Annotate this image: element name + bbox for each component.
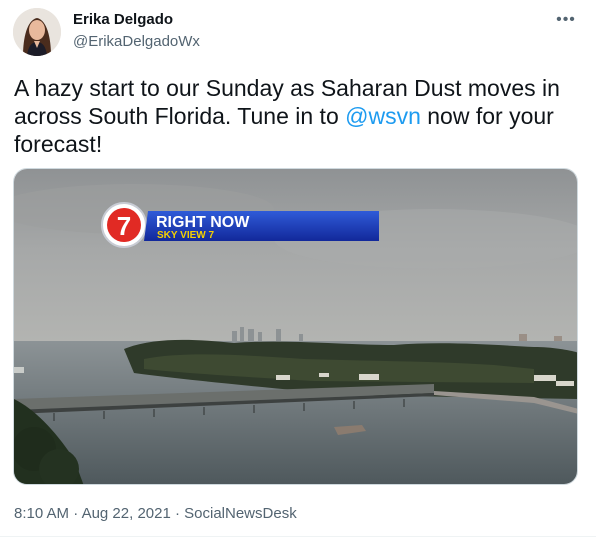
meta-separator: · [174,505,180,522]
avatar-image [13,8,61,56]
wsvn-logo: 7 [101,202,147,248]
tweet-date[interactable]: Aug 22, 2021 [82,505,171,522]
banner-subtitle: SKY VIEW 7 [157,230,214,241]
tweet-media[interactable]: 7 RIGHT NOW SKY VIEW 7 [13,168,578,485]
media-photo: 7 RIGHT NOW SKY VIEW 7 [14,169,577,484]
banner-title: RIGHT NOW [156,214,250,231]
tweet-source[interactable]: SocialNewsDesk [184,505,297,522]
more-horizontal-icon[interactable]: ••• [554,10,578,30]
tweet-text: A hazy start to our Sunday as Saharan Du… [14,74,574,158]
tweet-time[interactable]: 8:10 AM [14,505,69,522]
avatar[interactable] [13,8,61,56]
tweet: Erika Delgado @ErikaDelgadoWx ••• A hazy… [0,0,596,537]
logo-number: 7 [117,211,131,241]
tweet-meta: 8:10 AM · Aug 22, 2021 · SocialNewsDesk [14,505,297,522]
author-handle[interactable]: @ErikaDelgadoWx [73,33,200,50]
meta-separator: · [73,505,79,522]
author-name[interactable]: Erika Delgado [73,11,173,28]
mention-link[interactable]: @wsvn [345,103,421,129]
